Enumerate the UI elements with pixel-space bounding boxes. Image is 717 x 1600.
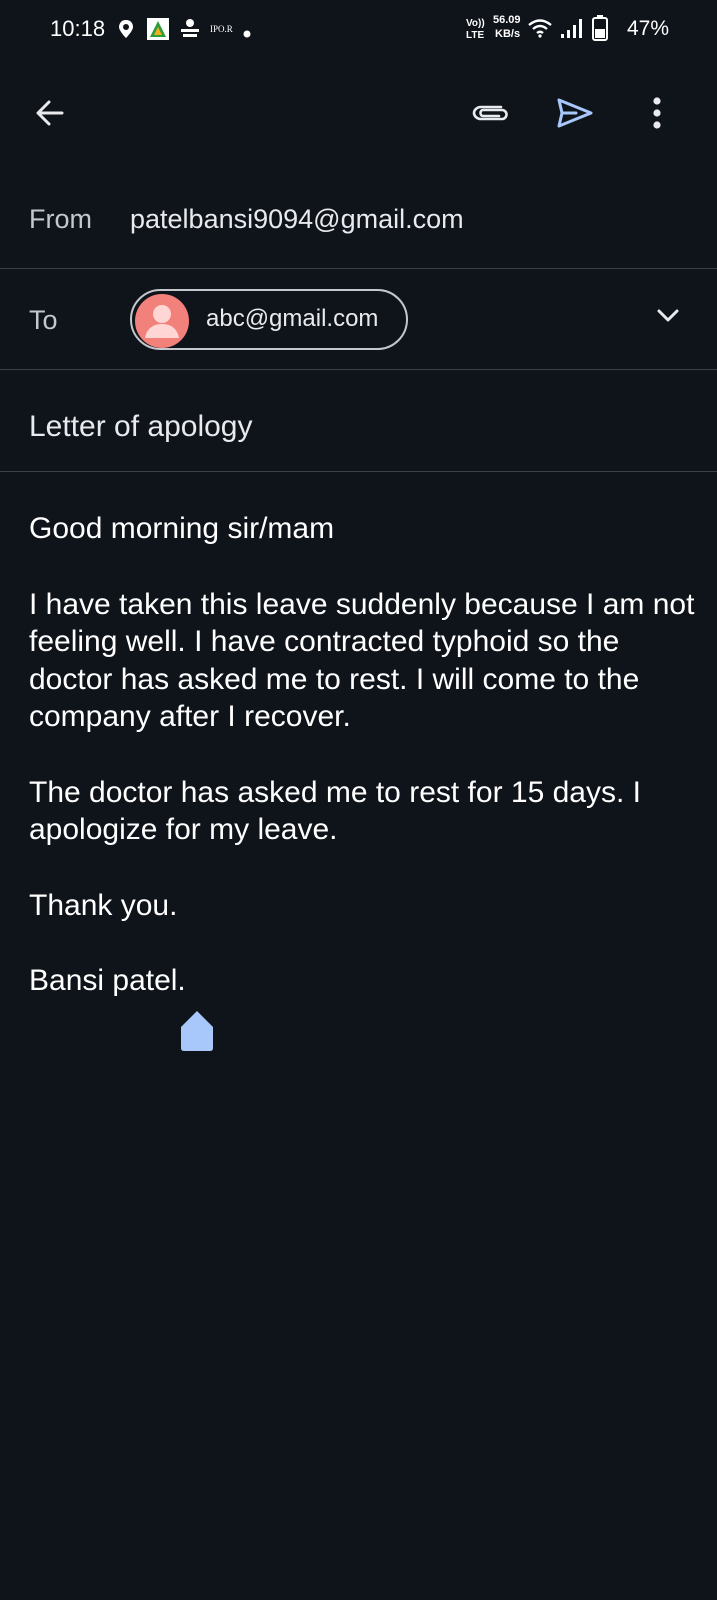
paperclip-icon bbox=[471, 101, 509, 130]
from-label: From bbox=[29, 204, 92, 234]
subject-field[interactable]: Letter of apology bbox=[29, 410, 253, 444]
ipo-notification: IPO.R bbox=[210, 24, 233, 34]
body-closing: Thank you. bbox=[29, 888, 178, 922]
recipient-chip[interactable]: abc@gmail.com bbox=[130, 289, 408, 350]
send-button[interactable] bbox=[545, 80, 605, 150]
to-label: To bbox=[29, 305, 58, 335]
status-bar: 10:18 IPO.R Vo)) LTE 56.09 KB/s 47% bbox=[0, 0, 717, 60]
send-icon bbox=[556, 97, 594, 134]
person-icon bbox=[135, 305, 189, 348]
body-signature: Bansi patel. bbox=[29, 964, 186, 997]
more-options-button[interactable] bbox=[627, 80, 687, 150]
cursor-handle-icon bbox=[180, 1011, 214, 1056]
attach-button[interactable] bbox=[460, 80, 520, 150]
volte-label-bottom: LTE bbox=[466, 30, 485, 41]
location-pin-icon bbox=[118, 19, 134, 44]
avatar bbox=[135, 294, 189, 348]
to-row: To abc@gmail.com bbox=[0, 269, 717, 370]
from-row: From patelbansi9094@gmail.com bbox=[0, 170, 717, 269]
message-body[interactable]: Good morning sir/mam I have taken this l… bbox=[29, 510, 699, 1038]
signal-icon bbox=[560, 17, 582, 44]
status-time: 10:18 bbox=[50, 16, 106, 41]
body-greeting: Good morning sir/mam bbox=[29, 512, 335, 545]
chevron-down-icon bbox=[656, 307, 680, 328]
wifi-icon bbox=[528, 18, 552, 43]
from-address[interactable]: patelbansi9094@gmail.com bbox=[130, 204, 464, 235]
battery-icon bbox=[592, 15, 608, 46]
body-paragraph-1: I have taken this leave suddenly because… bbox=[29, 587, 695, 734]
net-speed-unit: KB/s bbox=[495, 28, 521, 40]
expand-recipients-button[interactable] bbox=[646, 295, 690, 339]
compose-toolbar bbox=[0, 80, 717, 150]
body-paragraph-2: The doctor has asked me to rest for 15 d… bbox=[29, 775, 641, 847]
back-button[interactable] bbox=[20, 80, 80, 150]
government-app-icon bbox=[178, 16, 202, 45]
app-logo-icon bbox=[147, 18, 169, 45]
battery-percentage: 47% bbox=[627, 17, 670, 40]
net-speed-value: 56.09 bbox=[493, 14, 521, 26]
recipient-email: abc@gmail.com bbox=[206, 305, 379, 332]
volte-label-top: Vo)) bbox=[466, 18, 485, 29]
text-cursor-handle[interactable] bbox=[180, 1010, 214, 1057]
arrow-left-icon bbox=[34, 97, 66, 134]
notification-dot-icon bbox=[243, 25, 251, 43]
more-vert-icon bbox=[652, 96, 662, 134]
